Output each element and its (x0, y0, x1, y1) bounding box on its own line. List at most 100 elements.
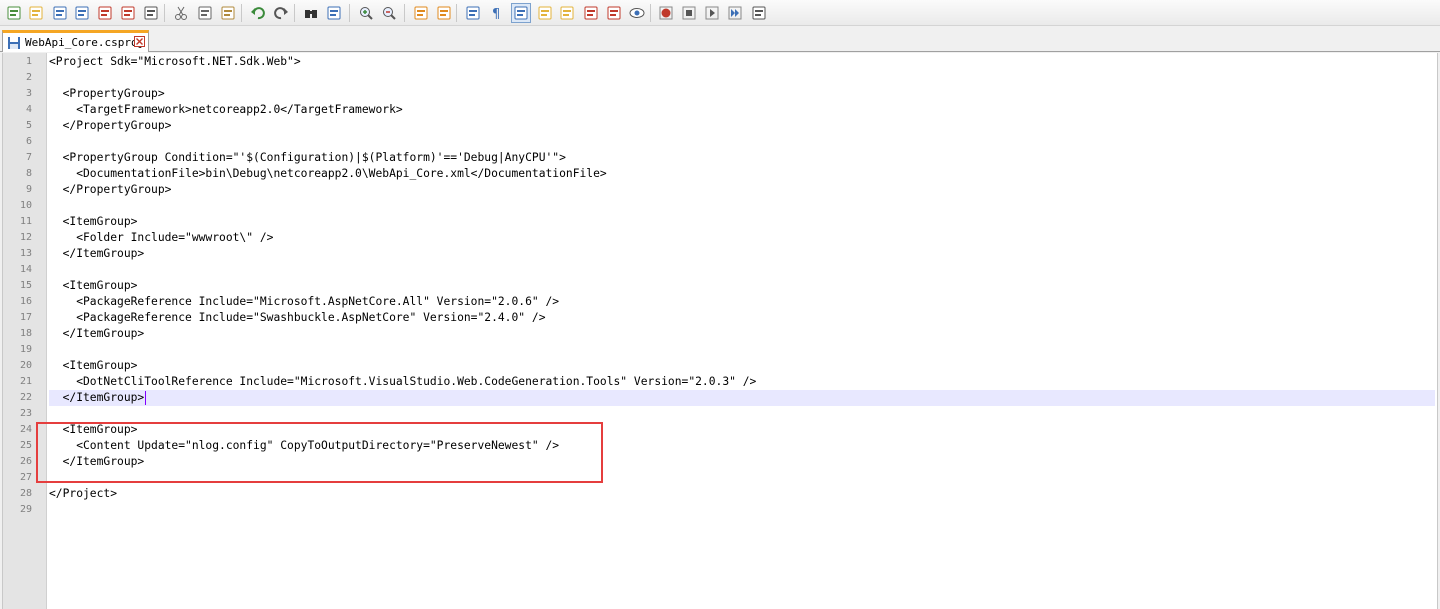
code-line[interactable]: </ItemGroup> (49, 326, 1435, 342)
code-line[interactable] (49, 470, 1435, 486)
close-icon (136, 38, 143, 45)
code-line[interactable]: <Folder Include="wwwroot\" /> (49, 230, 1435, 246)
play-macro-icon (705, 6, 719, 20)
code-line[interactable]: </Project> (49, 486, 1435, 502)
toolbar-separator (294, 4, 295, 22)
close-all-icon (121, 6, 135, 20)
code-line[interactable] (49, 502, 1435, 518)
monitoring-button[interactable] (627, 3, 647, 23)
code-line[interactable]: <ItemGroup> (49, 422, 1435, 438)
indent-guide-button[interactable] (511, 3, 531, 23)
code-line[interactable]: <TargetFramework>netcoreapp2.0</TargetFr… (49, 102, 1435, 118)
code-line[interactable]: <PropertyGroup> (49, 86, 1435, 102)
close-file-button[interactable] (95, 3, 115, 23)
sync-vertical-button[interactable] (411, 3, 431, 23)
zoom-in-icon (360, 7, 373, 20)
new-file-icon (7, 6, 21, 20)
sync-horizontal-button[interactable] (434, 3, 454, 23)
open-folder-button[interactable] (26, 3, 46, 23)
close-all-button[interactable] (118, 3, 138, 23)
code-line[interactable]: <ItemGroup> (49, 214, 1435, 230)
code-line[interactable]: <Content Update="nlog.config" CopyToOutp… (49, 438, 1435, 454)
line-number: 28 (19, 488, 32, 499)
record-macro-icon (659, 6, 673, 20)
line-number: 22 (19, 392, 32, 403)
code-line[interactable] (49, 406, 1435, 422)
stop-macro-button[interactable] (679, 3, 699, 23)
line-number: 15 (19, 280, 32, 291)
paste-icon (221, 6, 235, 20)
line-number: 27 (19, 472, 32, 483)
save-button[interactable] (50, 3, 70, 23)
word-wrap-button[interactable] (463, 3, 483, 23)
code-line[interactable]: <DocumentationFile>bin\Debug\netcoreapp2… (49, 166, 1435, 182)
code-line[interactable]: <ItemGroup> (49, 358, 1435, 374)
word-wrap-icon (466, 6, 480, 20)
line-number: 29 (19, 504, 32, 515)
user-language-button[interactable] (535, 3, 555, 23)
zoom-out-button[interactable] (379, 3, 399, 23)
line-number: 12 (19, 232, 32, 243)
code-line[interactable]: </PropertyGroup> (49, 182, 1435, 198)
code-line[interactable] (49, 198, 1435, 214)
code-line[interactable]: <ItemGroup> (49, 278, 1435, 294)
doc-map-button[interactable] (557, 3, 577, 23)
line-number: 4 (25, 104, 32, 115)
code-line[interactable]: <DotNetCliToolReference Include="Microso… (49, 374, 1435, 390)
undo-icon (251, 7, 265, 20)
save-macro-button[interactable] (749, 3, 769, 23)
code-line[interactable]: </PropertyGroup> (49, 118, 1435, 134)
replace-button[interactable] (324, 3, 344, 23)
line-number: 5 (25, 120, 32, 131)
code-line[interactable]: <Project Sdk="Microsoft.NET.Sdk.Web"> (49, 54, 1435, 70)
line-number: 19 (19, 344, 32, 355)
user-language-icon (538, 6, 552, 20)
function-list-button[interactable] (581, 3, 601, 23)
code-line[interactable] (49, 134, 1435, 150)
tab-label: WebApi_Core.csproj (25, 36, 145, 49)
tab-close-button[interactable] (134, 36, 145, 47)
new-file-button[interactable] (4, 3, 24, 23)
undo-button[interactable] (248, 3, 268, 23)
cut-icon (175, 6, 187, 20)
print-button[interactable] (141, 3, 161, 23)
line-number: 17 (19, 312, 32, 323)
code-line[interactable] (49, 342, 1435, 358)
show-all-chars-button[interactable]: ¶ (486, 3, 506, 23)
zoom-in-button[interactable] (356, 3, 376, 23)
line-number: 21 (19, 376, 32, 387)
tab-webapi-core-csproj[interactable]: WebApi_Core.csproj (2, 30, 149, 52)
save-all-button[interactable] (72, 3, 92, 23)
run-macro-multiple-button[interactable] (725, 3, 745, 23)
line-number: 26 (19, 456, 32, 467)
line-number: 8 (25, 168, 32, 179)
redo-button[interactable] (271, 3, 291, 23)
code-line[interactable] (49, 262, 1435, 278)
code-line[interactable]: </ItemGroup> (49, 454, 1435, 470)
folder-workspace-icon (607, 6, 621, 20)
code-line[interactable]: <PackageReference Include="Swashbuckle.A… (49, 310, 1435, 326)
line-number: 11 (19, 216, 32, 227)
svg-text:¶: ¶ (492, 7, 500, 21)
find-button[interactable] (301, 3, 321, 23)
doc-map-icon (560, 6, 574, 20)
code-line[interactable]: <PackageReference Include="Microsoft.Asp… (49, 294, 1435, 310)
record-macro-button[interactable] (656, 3, 676, 23)
line-number: 25 (19, 440, 32, 451)
zoom-out-icon (383, 7, 396, 20)
cut-button[interactable] (171, 3, 191, 23)
line-number: 3 (25, 88, 32, 99)
code-line[interactable]: <PropertyGroup Condition="'$(Configurati… (49, 150, 1435, 166)
copy-button[interactable] (195, 3, 215, 23)
code-line[interactable] (49, 70, 1435, 86)
paste-button[interactable] (218, 3, 238, 23)
find-icon (305, 10, 317, 18)
function-list-icon (584, 6, 598, 20)
editor[interactable]: 1 2 3 4 5 6 7 8 9 10 11 12 13 14 15 16 17 18 19 20 21 22 23 24 2… (2, 53, 1438, 609)
code-line[interactable]: </ItemGroup> (49, 390, 1435, 406)
play-macro-button[interactable] (702, 3, 722, 23)
save-icon (53, 6, 67, 20)
line-number-gutter: 1 2 3 4 5 6 7 8 9 10 11 12 13 14 15 16 17 18 19 20 21 22 23 24 2… (3, 53, 47, 609)
code-line[interactable]: </ItemGroup> (49, 246, 1435, 262)
folder-workspace-button[interactable] (604, 3, 624, 23)
